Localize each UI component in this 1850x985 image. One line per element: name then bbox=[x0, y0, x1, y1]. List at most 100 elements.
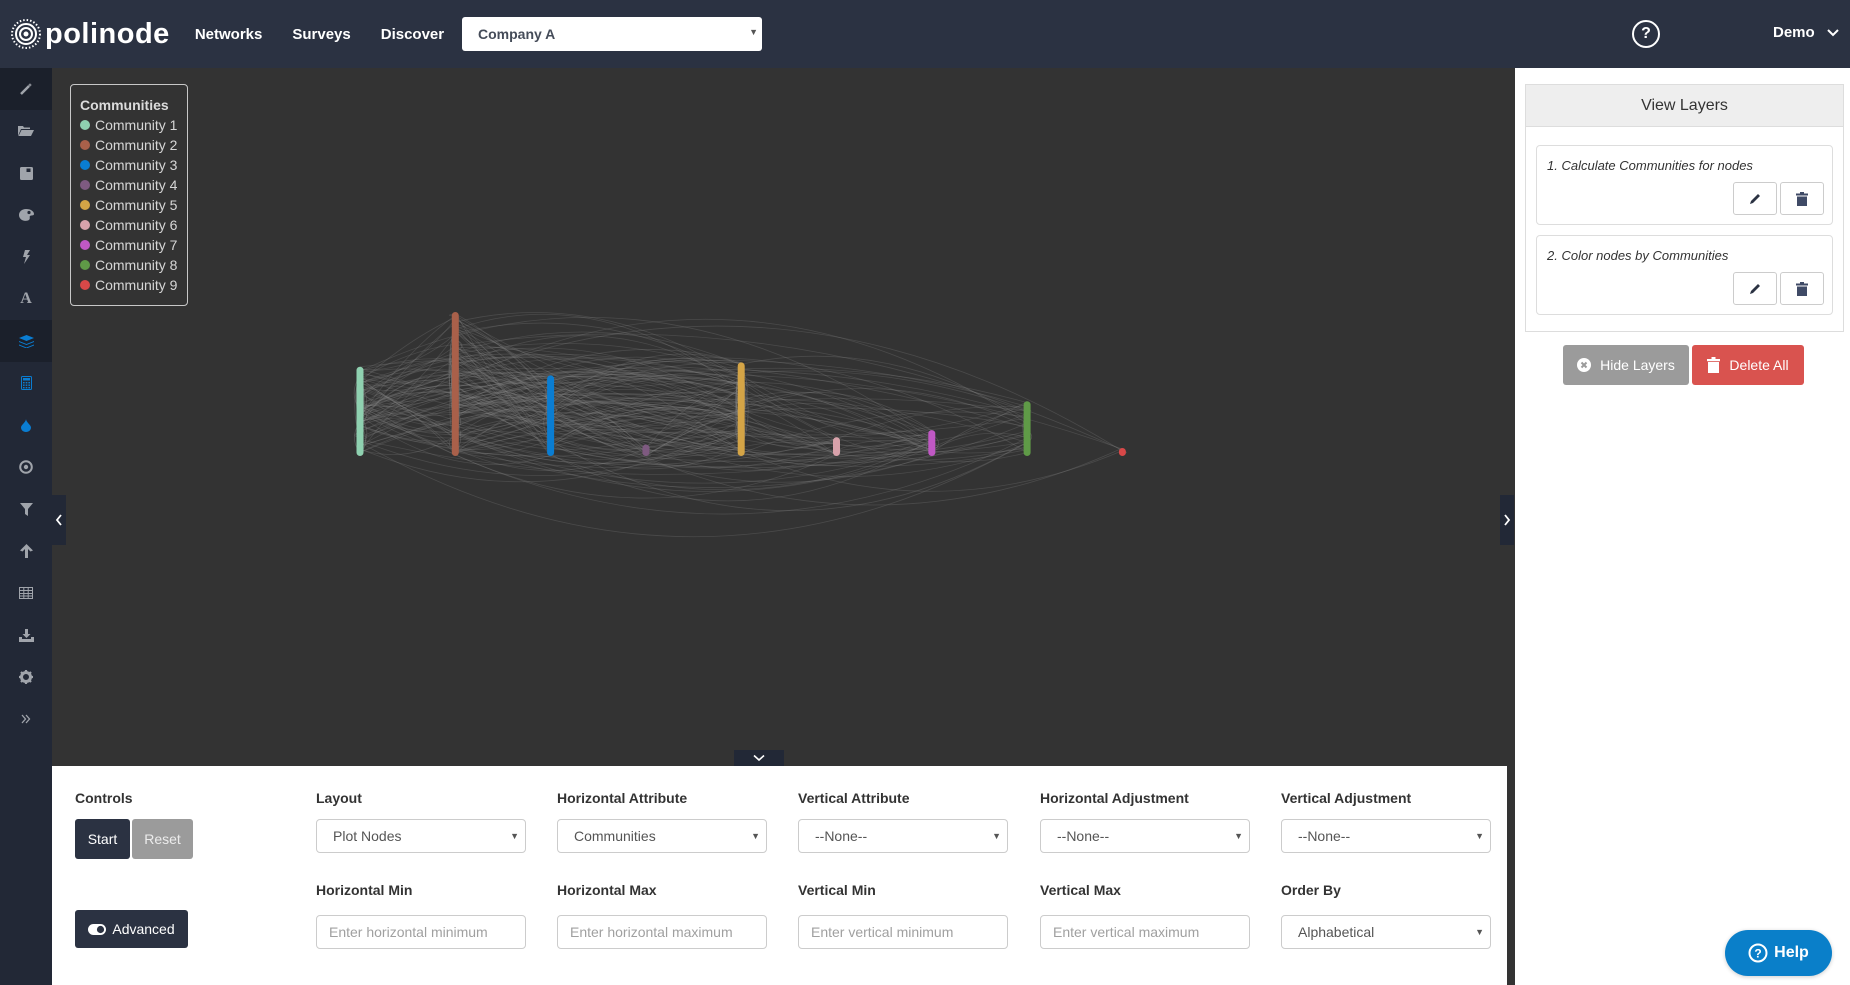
caret-down-icon: ▼ bbox=[510, 831, 519, 841]
network-select-value: Company A bbox=[478, 26, 556, 42]
vertical-adjustment-label: Vertical Adjustment bbox=[1281, 790, 1412, 806]
layers-icon bbox=[18, 334, 34, 348]
vertical-adjustment-value: --None-- bbox=[1298, 828, 1351, 844]
sidebar-item-palette[interactable] bbox=[0, 194, 52, 236]
community-node-column[interactable] bbox=[928, 430, 936, 456]
legend-color-swatch bbox=[80, 220, 90, 230]
user-menu[interactable]: Demo bbox=[1773, 24, 1839, 41]
community-node-column[interactable] bbox=[356, 366, 364, 456]
sidebar-item-bolt[interactable] bbox=[0, 236, 52, 278]
sidebar-item-settings[interactable] bbox=[0, 656, 52, 698]
times-circle-icon bbox=[1577, 358, 1592, 372]
layout-controls-panel: Controls Start Reset Advanced Layout Plo… bbox=[60, 766, 1507, 985]
start-button[interactable]: Start bbox=[75, 819, 130, 859]
legend-item: Community 5 bbox=[80, 195, 187, 215]
horizontal-attribute-select[interactable]: Communities ▼ bbox=[557, 819, 767, 853]
advanced-toggle-button[interactable]: Advanced bbox=[75, 910, 188, 948]
network-graph[interactable] bbox=[52, 68, 1514, 766]
caret-down-icon: ▼ bbox=[749, 27, 758, 37]
vertical-attribute-select[interactable]: --None-- ▼ bbox=[798, 819, 1008, 853]
layout-select[interactable]: Plot Nodes ▼ bbox=[316, 819, 526, 853]
edit-layer-button[interactable] bbox=[1733, 272, 1777, 305]
nav-surveys[interactable]: Surveys bbox=[292, 26, 350, 43]
legend-label: Community 4 bbox=[95, 177, 178, 193]
sidebar-item-magic-wand[interactable] bbox=[0, 68, 52, 110]
community-node-column[interactable] bbox=[642, 444, 650, 456]
delete-layer-button[interactable] bbox=[1780, 182, 1824, 215]
layer-label: 1. Calculate Communities for nodes bbox=[1547, 158, 1753, 173]
delete-layer-button[interactable] bbox=[1780, 272, 1824, 305]
vertical-attribute-value: --None-- bbox=[815, 828, 868, 844]
sidebar-item-expand[interactable] bbox=[0, 698, 52, 740]
horizontal-min-input[interactable] bbox=[316, 915, 526, 949]
advanced-label: Advanced bbox=[112, 921, 175, 937]
legend-item: Community 9 bbox=[80, 275, 187, 295]
layer-label: 2. Color nodes by Communities bbox=[1547, 248, 1729, 263]
community-node-column[interactable] bbox=[737, 362, 745, 456]
sidebar-item-font[interactable]: A bbox=[0, 278, 52, 320]
sidebar-item-save[interactable] bbox=[0, 152, 52, 194]
trash-icon bbox=[1707, 357, 1721, 373]
sidebar-item-layers[interactable] bbox=[0, 320, 52, 362]
question-circle-icon[interactable]: ? bbox=[1632, 20, 1660, 48]
dot-circle-icon bbox=[19, 460, 33, 474]
help-button[interactable]: ? Help bbox=[1725, 930, 1832, 976]
double-chevron-right-icon bbox=[21, 714, 31, 724]
bolt-icon bbox=[22, 250, 30, 264]
order-by-select[interactable]: Alphabetical ▼ bbox=[1281, 915, 1491, 949]
vertical-adjustment-select[interactable]: --None-- ▼ bbox=[1281, 819, 1491, 853]
legend-item: Community 1 bbox=[80, 115, 187, 135]
order-by-value: Alphabetical bbox=[1298, 924, 1375, 940]
sidebar-item-download[interactable] bbox=[0, 614, 52, 656]
legend-item: Community 7 bbox=[80, 235, 187, 255]
sidebar-item-tint[interactable] bbox=[0, 404, 52, 446]
legend-label: Community 3 bbox=[95, 157, 178, 173]
horizontal-max-input[interactable] bbox=[557, 915, 767, 949]
network-canvas[interactable]: Communities Community 1 Community 2 Commun… bbox=[52, 68, 1514, 766]
controls-label: Controls bbox=[75, 790, 133, 806]
sidebar-item-calculator[interactable] bbox=[0, 362, 52, 404]
brand-logo[interactable]: polinode bbox=[10, 18, 170, 51]
legend-item: Community 6 bbox=[80, 215, 187, 235]
legend-color-swatch bbox=[80, 260, 90, 270]
legend-label: Community 1 bbox=[95, 117, 178, 133]
horizontal-adjustment-value: --None-- bbox=[1057, 828, 1110, 844]
sidebar-item-table[interactable] bbox=[0, 572, 52, 614]
legend-color-swatch bbox=[80, 200, 90, 210]
sidebar-item-filter[interactable] bbox=[0, 488, 52, 530]
community-node-column[interactable] bbox=[833, 437, 840, 456]
communities-legend: Communities Community 1 Community 2 Commun… bbox=[70, 84, 188, 306]
sidebar-item-open[interactable] bbox=[0, 110, 52, 152]
hide-layers-button[interactable]: Hide Layers bbox=[1563, 345, 1689, 385]
legend-label: Community 7 bbox=[95, 237, 178, 253]
trash-icon bbox=[1796, 281, 1808, 296]
legend-label: Community 6 bbox=[95, 217, 178, 233]
community-node-column[interactable] bbox=[1023, 401, 1031, 456]
sidebar-item-target[interactable] bbox=[0, 446, 52, 488]
horizontal-adjustment-select[interactable]: --None-- ▼ bbox=[1040, 819, 1250, 853]
caret-down-icon: ▼ bbox=[1475, 831, 1484, 841]
nav-networks[interactable]: Networks bbox=[195, 26, 263, 43]
nav-discover[interactable]: Discover bbox=[381, 26, 444, 43]
community-node-column[interactable] bbox=[451, 312, 459, 456]
chevron-right-icon bbox=[1504, 514, 1511, 526]
collapse-bottom-button[interactable] bbox=[734, 750, 784, 766]
vertical-min-input[interactable] bbox=[798, 915, 1008, 949]
collapse-left-button[interactable] bbox=[52, 495, 66, 545]
reset-button[interactable]: Reset bbox=[132, 819, 193, 859]
sidebar-item-upload[interactable] bbox=[0, 530, 52, 572]
delete-all-button[interactable]: Delete All bbox=[1692, 345, 1804, 385]
top-navbar: polinode Networks Surveys Discover Compa… bbox=[0, 0, 1850, 68]
layers-side-panel: View Layers 1. Calculate Communities for… bbox=[1514, 68, 1850, 985]
arrow-up-icon bbox=[19, 544, 33, 558]
vertical-max-input[interactable] bbox=[1040, 915, 1250, 949]
layout-label: Layout bbox=[316, 790, 362, 806]
edit-layer-button[interactable] bbox=[1733, 182, 1777, 215]
community-node-column[interactable] bbox=[547, 375, 555, 456]
community-node-column[interactable] bbox=[1118, 448, 1126, 456]
collapse-right-button[interactable] bbox=[1500, 495, 1514, 545]
horizontal-min-label: Horizontal Min bbox=[316, 882, 413, 898]
vertical-min-label: Vertical Min bbox=[798, 882, 876, 898]
network-select[interactable]: Company A ▼ bbox=[462, 17, 762, 51]
legend-item: Community 2 bbox=[80, 135, 187, 155]
